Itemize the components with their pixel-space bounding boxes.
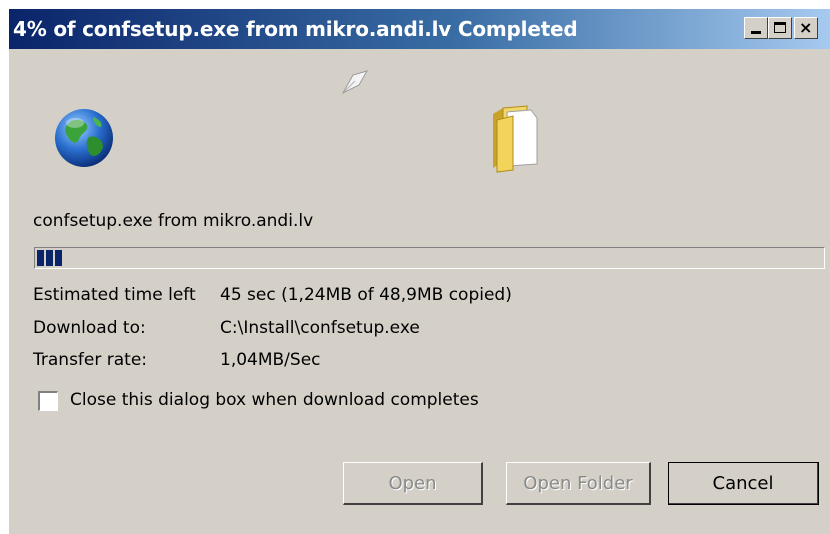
transfer-rate-value: 1,04MB/Sec xyxy=(220,350,321,370)
progress-block xyxy=(37,250,44,266)
window-title: 4% of confsetup.exe from mikro.andi.lv C… xyxy=(13,17,578,41)
download-to-label: Download to: xyxy=(33,318,146,338)
minimize-button[interactable] xyxy=(744,17,768,39)
time-left-value: 45 sec (1,24MB of 48,9MB copied) xyxy=(220,285,512,305)
cancel-button[interactable]: Cancel xyxy=(668,462,819,505)
close-button[interactable]: × xyxy=(794,17,818,39)
progress-fill xyxy=(37,250,68,266)
download-dialog: 4% of confsetup.exe from mikro.andi.lv C… xyxy=(8,8,830,534)
minimize-icon xyxy=(751,31,761,34)
globe-icon xyxy=(55,109,113,167)
progress-block xyxy=(55,250,62,266)
download-progress-bar xyxy=(34,247,825,269)
paper-icon xyxy=(341,70,369,95)
folder-icon xyxy=(493,105,538,173)
progress-block xyxy=(46,250,53,266)
open-button[interactable]: Open xyxy=(343,462,483,505)
file-source-label: confsetup.exe from mikro.andi.lv xyxy=(33,211,314,231)
close-icon: × xyxy=(799,18,813,37)
close-when-done-checkbox[interactable] xyxy=(38,391,58,411)
time-left-label: Estimated time left xyxy=(33,285,196,305)
maximize-button[interactable] xyxy=(768,17,792,39)
close-when-done-label[interactable]: Close this dialog box when download comp… xyxy=(70,390,479,410)
transfer-rate-label: Transfer rate: xyxy=(33,350,148,370)
maximize-icon xyxy=(774,22,786,33)
title-bar[interactable]: 4% of confsetup.exe from mikro.andi.lv C… xyxy=(9,9,830,49)
download-to-value: C:\Install\confsetup.exe xyxy=(220,318,420,338)
open-folder-button[interactable]: Open Folder xyxy=(506,462,651,505)
